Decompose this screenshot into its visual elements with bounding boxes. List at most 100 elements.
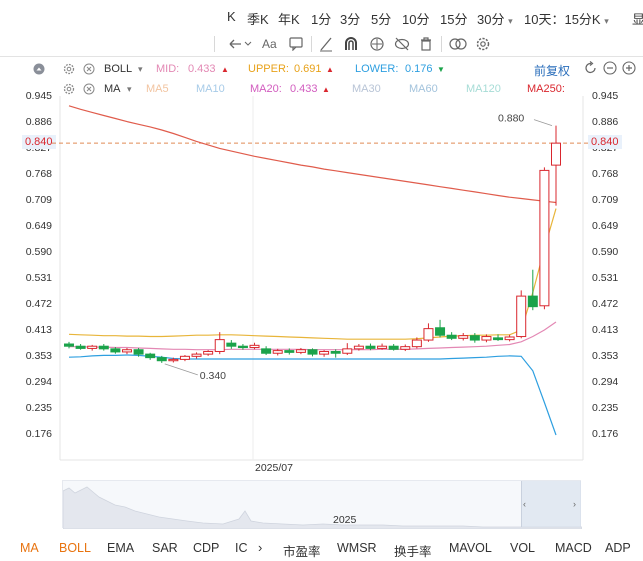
candle-body xyxy=(516,295,527,338)
indicator-macd[interactable]: MACD xyxy=(555,541,592,555)
candle-body xyxy=(156,357,167,362)
chevron-right-icon[interactable]: › xyxy=(258,540,262,555)
indicator-ema[interactable]: EMA xyxy=(107,541,134,555)
candle-body xyxy=(377,345,388,349)
font-size-icon[interactable]: Aa xyxy=(262,37,277,51)
trash-icon[interactable] xyxy=(419,36,433,52)
candle-body xyxy=(307,349,318,355)
comment-icon[interactable] xyxy=(289,36,303,51)
candle-body xyxy=(365,345,376,349)
period-k[interactable]: K xyxy=(227,9,236,24)
high-annotation-label: 0.880 xyxy=(498,113,524,125)
candle-body xyxy=(191,353,202,357)
candle-body xyxy=(400,346,411,350)
candle-body xyxy=(423,328,434,341)
low-annotation-leader xyxy=(164,363,198,376)
period-30min-label: 30分 xyxy=(477,12,505,27)
navigator-right-handle-icon[interactable]: › xyxy=(573,499,576,509)
candle-body xyxy=(133,349,144,355)
candle-body xyxy=(237,345,248,349)
display-menu[interactable]: 显 xyxy=(632,9,643,28)
sync-icon[interactable] xyxy=(369,36,385,52)
candle-body xyxy=(261,348,272,354)
candle-body xyxy=(527,295,538,308)
period-10day-15min[interactable]: 10天：15分K ▾ xyxy=(524,9,609,28)
indicator-mavol[interactable]: MAVOL xyxy=(449,541,492,555)
indicator-pe[interactable]: 市盈率 xyxy=(283,541,321,560)
candle-body xyxy=(353,345,364,350)
indicator-boll[interactable]: BOLL xyxy=(59,541,91,555)
chevron-down-icon: ▾ xyxy=(508,16,513,26)
candle-body xyxy=(493,337,504,341)
candle-body xyxy=(168,358,179,362)
navigator-left-handle-icon[interactable]: ‹ xyxy=(523,499,526,509)
chevron-down-icon: ▾ xyxy=(604,16,609,26)
candle-body xyxy=(203,350,214,355)
kline-chart-panel[interactable]: BOLL ▾ MID: 0.433 ▲ UPPER: 0.691 ▲ LOWER… xyxy=(0,56,643,534)
candle-body xyxy=(284,350,295,353)
candle-body xyxy=(179,355,190,360)
drawing-toolbar: Aa xyxy=(0,34,643,56)
candle-body xyxy=(295,349,306,353)
period-15min[interactable]: 15分 xyxy=(440,9,467,28)
navigator-volume-area xyxy=(63,486,582,529)
candle-body xyxy=(110,348,121,353)
indicator-wmsr[interactable]: WMSR xyxy=(337,541,377,555)
high-annotation-leader xyxy=(533,119,553,126)
period-year-k[interactable]: 年K xyxy=(278,9,300,28)
indicator-adp[interactable]: ADP xyxy=(605,541,631,555)
period-10day-label: 10天：15分K xyxy=(524,12,601,27)
candle-body xyxy=(87,345,98,349)
low-annotation-label: 0.340 xyxy=(200,370,226,382)
settings-gear-icon[interactable] xyxy=(475,36,491,52)
period-1min[interactable]: 1分 xyxy=(311,9,331,28)
candle-body xyxy=(435,327,446,336)
navigator-window[interactable] xyxy=(521,481,581,527)
magnet-icon[interactable] xyxy=(344,36,358,52)
candlestick-plot: 0.880 0.340 xyxy=(52,96,588,461)
candle-body xyxy=(272,350,283,354)
candle-body xyxy=(64,343,74,347)
period-30min[interactable]: 30分 ▾ xyxy=(477,9,513,28)
period-bar: K 季K 年K 1分 3分 5分 10分 15分 30分 ▾ 10天：15分K … xyxy=(0,0,643,34)
candle-body xyxy=(481,336,492,341)
candle-body xyxy=(75,345,86,349)
candle-body xyxy=(388,345,399,350)
indicator-ic[interactable]: IC xyxy=(235,541,248,555)
period-5min[interactable]: 5分 xyxy=(371,9,391,28)
navigator-year-label: 2025 xyxy=(333,514,357,526)
indicator-bar: MA BOLL EMA SAR CDP IC › 市盈率 WMSR 换手率 MA… xyxy=(0,536,643,561)
candle-body xyxy=(551,142,561,166)
candle-body xyxy=(214,339,225,352)
candle-body xyxy=(504,336,515,341)
candle-body xyxy=(249,344,260,349)
candle-body xyxy=(539,169,550,307)
indicator-cdp[interactable]: CDP xyxy=(193,541,219,555)
candle-body xyxy=(469,335,480,341)
candle-body xyxy=(145,353,156,359)
candle-body xyxy=(342,348,353,354)
indicator-ma[interactable]: MA xyxy=(20,541,39,555)
indicator-turnover[interactable]: 换手率 xyxy=(394,541,432,560)
indicator-sar[interactable]: SAR xyxy=(152,541,178,555)
line-tool-icon[interactable] xyxy=(319,36,333,52)
period-3min[interactable]: 3分 xyxy=(340,9,360,28)
range-navigator[interactable]: ‹ › 2025 xyxy=(62,480,582,529)
candle-body xyxy=(446,334,457,339)
hide-icon[interactable] xyxy=(394,36,410,52)
period-10min[interactable]: 10分 xyxy=(402,9,429,28)
candle-body xyxy=(98,345,109,350)
toolbar-divider xyxy=(441,36,442,52)
indicator-vol[interactable]: VOL xyxy=(510,541,535,555)
x-axis-label: 2025/07 xyxy=(255,462,293,474)
candle-body xyxy=(121,349,132,353)
series-line-upper xyxy=(68,208,557,340)
compare-icon[interactable] xyxy=(449,36,467,52)
series-line-lower xyxy=(68,354,557,436)
candle-body xyxy=(330,350,341,354)
candle-body xyxy=(458,335,469,339)
back-arrow-icon[interactable] xyxy=(228,36,252,52)
toolbar-divider xyxy=(214,36,215,52)
candle-body xyxy=(411,339,422,348)
period-season-k[interactable]: 季K xyxy=(247,9,269,28)
